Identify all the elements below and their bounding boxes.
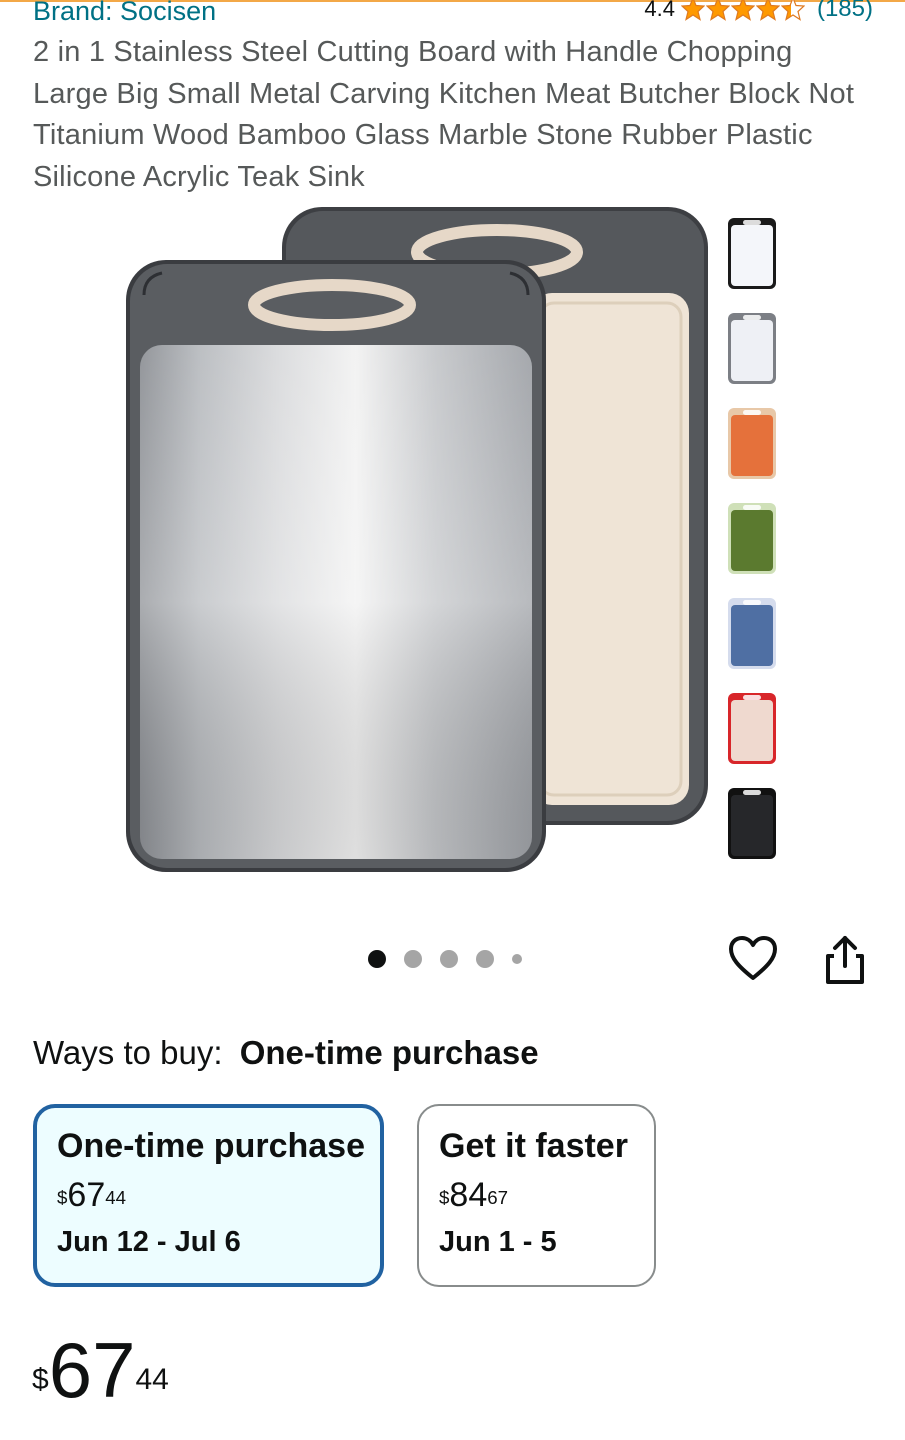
star-icon — [730, 0, 755, 21]
brand-link[interactable]: Brand: Socisen — [33, 0, 216, 28]
star-icon — [705, 0, 730, 21]
share-icon[interactable] — [822, 934, 868, 986]
option-title: Get it faster — [439, 1127, 628, 1165]
rating-summary[interactable]: 4.4 (185) — [644, 0, 873, 26]
star-icon — [780, 0, 805, 21]
option-price: $8467 — [439, 1176, 509, 1214]
ways-to-buy-label: Ways to buy: — [33, 1034, 223, 1071]
thumbnail-orange[interactable] — [726, 406, 778, 481]
option-delivery-date: Jun 12 - Jul 6 — [57, 1226, 241, 1258]
price-currency: $ — [32, 1363, 49, 1396]
option-delivery-date: Jun 1 - 5 — [439, 1226, 557, 1258]
price-dollars: 67 — [48, 1326, 136, 1414]
star-icon — [755, 0, 780, 21]
price-cents: 44 — [135, 1363, 169, 1396]
thumbnail-light-grey[interactable] — [726, 311, 778, 386]
thumbnail-beige-red[interactable] — [726, 691, 778, 766]
option-price: $6744 — [57, 1176, 127, 1214]
thumbnail-white-grey[interactable] — [726, 216, 778, 291]
ways-to-buy-selected: One-time purchase — [239, 1034, 539, 1071]
rating-stars — [680, 0, 805, 21]
carousel-dots[interactable] — [368, 950, 522, 968]
thumbnail-blue[interactable] — [726, 596, 778, 671]
price-display: $6744 — [32, 1325, 169, 1415]
carousel-dot[interactable] — [440, 950, 458, 968]
carousel-dot[interactable] — [404, 950, 422, 968]
thumbnail-black[interactable] — [726, 786, 778, 861]
carousel-dot[interactable] — [476, 950, 494, 968]
carousel-dot[interactable] — [368, 950, 386, 968]
heart-icon[interactable] — [728, 934, 778, 984]
rating-value: 4.4 — [644, 0, 675, 21]
rating-count[interactable]: (185) — [817, 0, 873, 23]
product-image[interactable] — [120, 205, 715, 875]
product-title: 2 in 1 Stainless Steel Cutting Board wit… — [33, 36, 855, 193]
get-it-faster-option[interactable]: Get it faster $8467 Jun 1 - 5 — [417, 1104, 656, 1287]
star-icon — [680, 0, 705, 21]
carousel-dot[interactable] — [512, 954, 522, 964]
one-time-purchase-option[interactable]: One-time purchase $6744 Jun 12 - Jul 6 — [33, 1104, 384, 1287]
option-title: One-time purchase — [57, 1127, 365, 1165]
ways-to-buy: Ways to buy: One-time purchase — [33, 1034, 539, 1072]
thumbnail-green[interactable] — [726, 501, 778, 576]
